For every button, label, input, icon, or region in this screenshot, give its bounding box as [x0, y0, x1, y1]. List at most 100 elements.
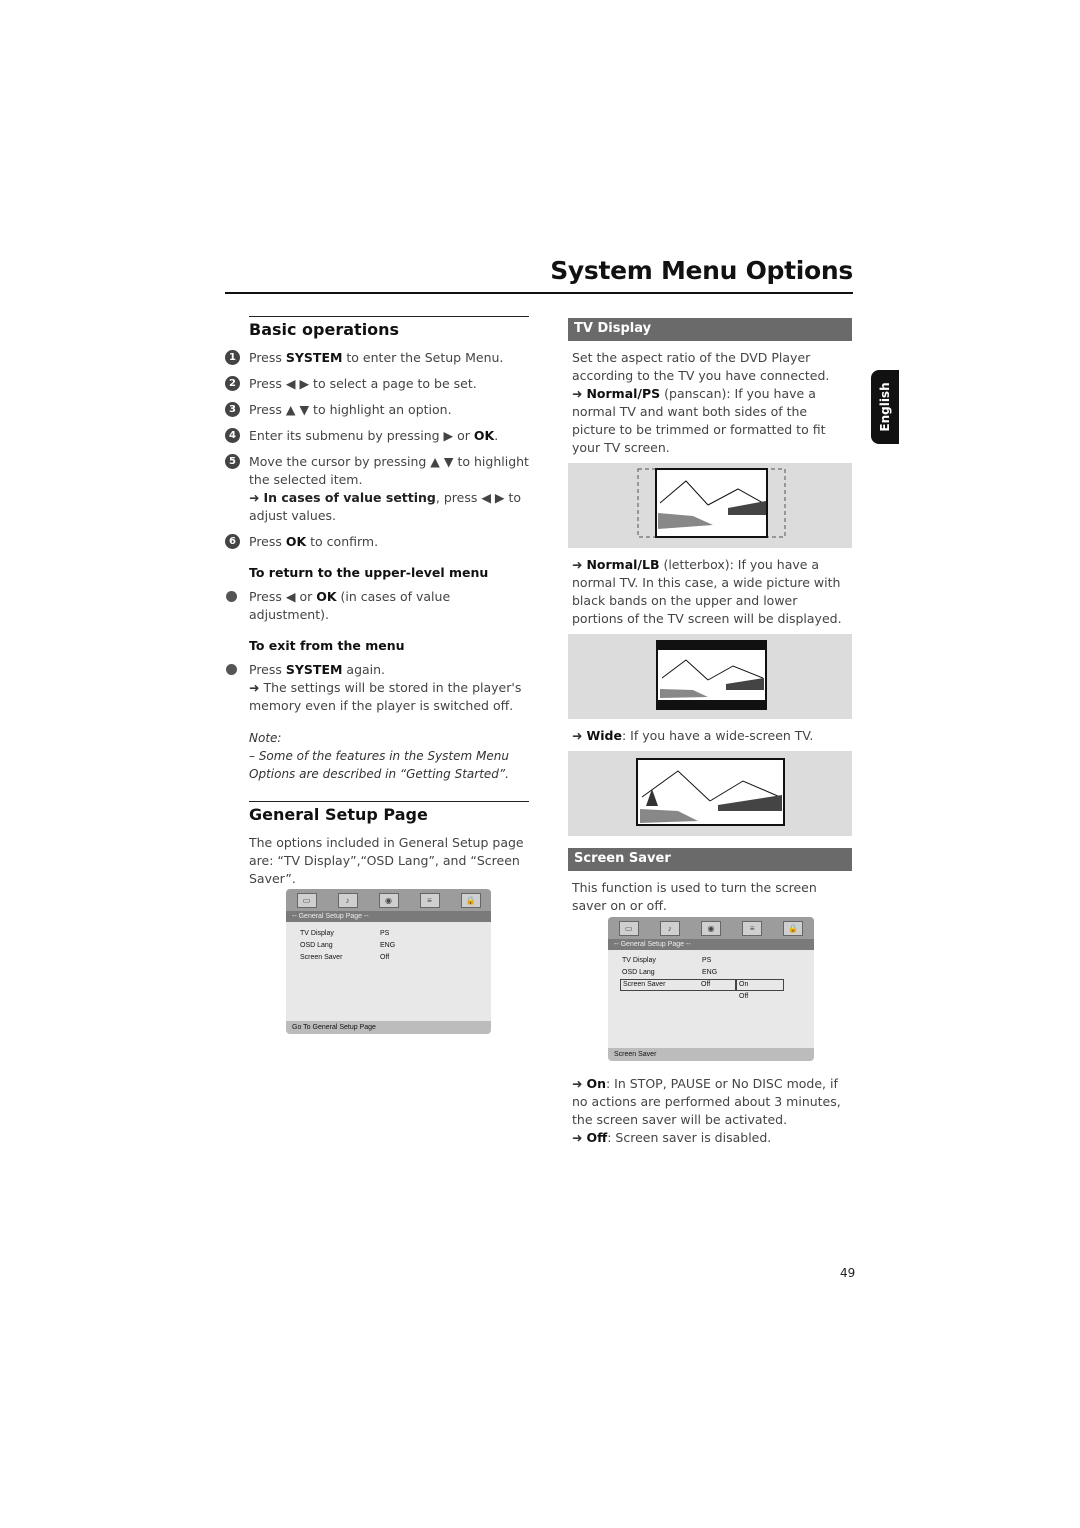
- bullet-icon: [226, 664, 237, 675]
- page-title: System Menu Options: [550, 256, 853, 285]
- wide-picture: [636, 758, 785, 826]
- menu-row-label: Screen Saver: [623, 981, 666, 988]
- step-6: 6 Press OK to confirm.: [225, 533, 529, 551]
- menu-row-value: ENG: [702, 969, 718, 976]
- arrow-icon: ➜: [572, 557, 587, 572]
- normal-ps-desc: ➜ Normal/PS (panscan): If you have a nor…: [572, 385, 850, 457]
- menu-row-label[interactable]: TV Display: [300, 929, 334, 939]
- exit-heading: To exit from the menu: [249, 638, 405, 653]
- step-text: Press ◀ ▶ to select a page to be set.: [249, 376, 477, 391]
- menu-row-label[interactable]: TV Display: [622, 956, 656, 966]
- on-desc: ➜ On: In STOP, PAUSE or No DISC mode, if…: [572, 1075, 856, 1129]
- menu-row-label[interactable]: OSD Lang: [300, 941, 333, 951]
- menu-title: -- General Setup Page --: [286, 911, 491, 922]
- menu-icon-bar: ▭ ♪ ◉ ≡ 🔒: [608, 917, 814, 939]
- step-3: 3 Press ▲ ▼ to highlight an option.: [225, 401, 529, 419]
- option-text: : In STOP, PAUSE or No DISC mode, if no …: [572, 1076, 841, 1127]
- option-name: Off: [586, 1130, 608, 1145]
- note-text: – Some of the features in the System Men…: [249, 749, 509, 781]
- section-rule: [249, 316, 529, 317]
- menu-footer: Go To General Setup Page: [286, 1021, 491, 1034]
- menu-row-highlighted[interactable]: Screen Saver Off: [620, 979, 736, 991]
- bullet-text: again.: [342, 662, 386, 677]
- arrow-icon: ➜: [249, 680, 264, 695]
- menu-row-value: Off: [701, 981, 711, 988]
- general-setup-heading: General Setup Page: [249, 805, 428, 824]
- option-name: Wide: [586, 728, 622, 743]
- screen-saver-options: ➜ On: In STOP, PAUSE or No DISC mode, if…: [572, 1075, 856, 1147]
- title-rule: [225, 292, 853, 294]
- step-number-2: 2: [225, 376, 240, 391]
- return-bullet: Press ◀ or OK (in cases of value adjustm…: [225, 588, 529, 624]
- letterbox-illustration: [568, 634, 852, 719]
- screen-saver-menu: ▭ ♪ ◉ ≡ 🔒 -- General Setup Page -- TV Di…: [608, 917, 814, 1061]
- audio-setup-icon: ♪: [337, 892, 358, 908]
- screen-saver-heading: Screen Saver: [568, 848, 852, 871]
- general-setup-intro: The options included in General Setup pa…: [249, 835, 524, 886]
- left-column: Basic operations 1 Press SYSTEM to enter …: [225, 316, 529, 888]
- step-5: 5 Move the cursor by pressing ▲ ▼ to high…: [225, 453, 529, 525]
- submenu-option-selected[interactable]: On: [736, 979, 784, 991]
- arrow-icon: ➜: [572, 1130, 587, 1145]
- submenu-option[interactable]: Off: [739, 992, 748, 1002]
- menu-row-label[interactable]: Screen Saver: [300, 953, 342, 963]
- option-name: Normal/PS: [586, 386, 661, 401]
- return-heading: To return to the upper-level menu: [249, 565, 489, 580]
- step-number-3: 3: [225, 402, 240, 417]
- password-lock-icon: 🔒: [460, 892, 481, 908]
- step-key: OK: [473, 428, 495, 443]
- option-name: On: [586, 1076, 606, 1091]
- step-text: .: [494, 428, 499, 443]
- step-text: to enter the Setup Menu.: [342, 350, 504, 365]
- video-setup-icon: ◉: [700, 920, 721, 936]
- preference-icon: ≡: [419, 892, 440, 908]
- step-text: Press: [249, 534, 286, 549]
- wide-desc: ➜ Wide: If you have a wide-screen TV.: [572, 727, 850, 745]
- language-tab: English: [871, 370, 899, 444]
- arrow-icon: ➜: [572, 1076, 587, 1091]
- normal-lb-desc: ➜ Normal/LB (letterbox): If you have a n…: [572, 556, 850, 628]
- bullet-text: Press: [249, 662, 286, 677]
- right-column: TV Display Set the aspect ratio of the D…: [568, 318, 852, 915]
- option-name: Normal/LB: [586, 557, 660, 572]
- menu-row-value: PS: [702, 957, 712, 964]
- video-setup-icon: ◉: [378, 892, 399, 908]
- menu-row-label[interactable]: OSD Lang: [622, 968, 655, 978]
- step-text: to confirm.: [306, 534, 379, 549]
- tv-display-intro: Set the aspect ratio of the DVD Player a…: [572, 350, 830, 383]
- tv-display-heading: TV Display: [568, 318, 852, 341]
- section-rule: [249, 801, 529, 802]
- password-lock-icon: 🔒: [783, 920, 804, 936]
- menu-row-value: PS: [380, 930, 390, 937]
- exit-bullet: Press SYSTEM again. ➜ The settings will …: [225, 661, 529, 715]
- step-number-1: 1: [225, 350, 240, 365]
- general-setup-menu: ▭ ♪ ◉ ≡ 🔒 -- General Setup Page -- TV Di…: [286, 889, 491, 1034]
- bullet-key: SYSTEM: [285, 662, 343, 677]
- letterbox-picture: [656, 640, 767, 710]
- audio-setup-icon: ♪: [659, 920, 680, 936]
- step-sub-bold: In cases of value setting: [263, 490, 436, 505]
- step-text: Press: [249, 350, 286, 365]
- preference-icon: ≡: [742, 920, 763, 936]
- bullet-text: Press ◀ or: [249, 589, 317, 604]
- menu-footer: Screen Saver: [608, 1048, 814, 1061]
- general-setup-icon: ▭: [296, 892, 317, 908]
- step-text: Enter its submenu by pressing ▶ or: [249, 428, 474, 443]
- step-text: Move the cursor by pressing ▲ ▼ to highl…: [249, 454, 529, 487]
- screen-saver-intro: This function is used to turn the screen…: [572, 880, 817, 913]
- step-number-4: 4: [225, 428, 240, 443]
- bullet-icon: [226, 591, 237, 602]
- step-2: 2 Press ◀ ▶ to select a page to be set.: [225, 375, 529, 393]
- off-desc: ➜ Off: Screen saver is disabled.: [572, 1129, 856, 1147]
- general-setup-icon: ▭: [618, 920, 639, 936]
- language-label: English: [878, 382, 892, 432]
- option-text: : If you have a wide-screen TV.: [621, 728, 814, 743]
- step-key: SYSTEM: [285, 350, 343, 365]
- arrow-icon: ➜: [249, 490, 264, 505]
- step-1: 1 Press SYSTEM to enter the Setup Menu.: [225, 349, 529, 367]
- note: Note: – Some of the features in the Syst…: [225, 729, 529, 783]
- arrow-icon: ➜: [572, 728, 587, 743]
- step-4: 4 Enter its submenu by pressing ▶ or OK.: [225, 427, 529, 445]
- arrow-icon: ➜: [572, 386, 587, 401]
- option-text: : Screen saver is disabled.: [607, 1130, 772, 1145]
